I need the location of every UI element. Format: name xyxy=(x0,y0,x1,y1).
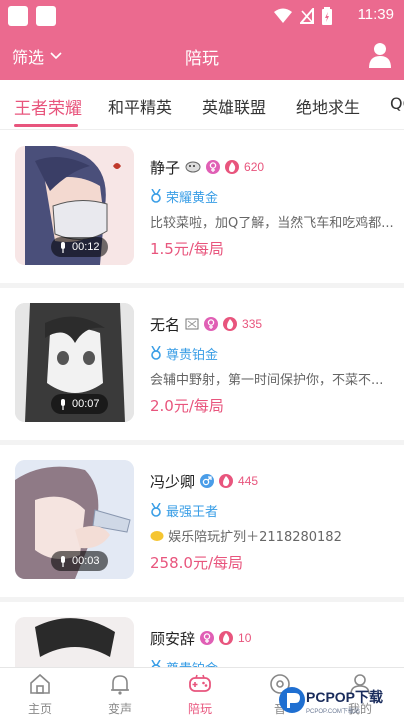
mic-icon xyxy=(61,555,65,567)
bell-icon xyxy=(111,675,129,695)
voice-sample[interactable]: 00:12 xyxy=(51,237,108,257)
companion-name: 顾安辞 xyxy=(150,629,196,648)
flame-icon xyxy=(223,317,238,331)
companion-price: 258.0元/每局 xyxy=(150,554,243,572)
status-time: 11:39 xyxy=(357,6,394,23)
companion-card[interactable]: 00:07 无名 335 尊贵铂金 会辅中野射，第一时间保护你，不菜不... 2… xyxy=(0,288,404,440)
medal-icon xyxy=(151,503,161,517)
companion-name: 冯少卿 xyxy=(150,472,196,491)
tab-pubg[interactable]: 绝地求生 xyxy=(296,94,360,118)
status-bar: 11:39 xyxy=(0,0,404,32)
companion-card[interactable]: 顾安辞 10 尊贵铂金 xyxy=(0,602,404,667)
mic-icon xyxy=(61,241,65,253)
nav-home[interactable]: 主页 xyxy=(0,668,80,720)
medal-icon xyxy=(151,189,161,203)
app-bar: 筛选 陪玩 xyxy=(0,32,404,80)
pattern-emoji-icon xyxy=(185,318,199,330)
companion-price: 2.0元/每局 xyxy=(150,397,224,415)
page-title: 陪玩 xyxy=(185,49,219,69)
companion-card[interactable]: 00:03 冯少卿 445 最强王者 娱乐陪玩扩列＋2118280182 258… xyxy=(0,445,404,597)
companion-name: 静子 xyxy=(150,158,181,177)
rank-label: 荣耀黄金 xyxy=(166,190,219,206)
flame-icon xyxy=(219,474,234,488)
mic-icon xyxy=(61,398,65,410)
no-signal-icon xyxy=(300,8,314,24)
female-icon xyxy=(204,317,219,331)
nav-voice-changer[interactable]: 变声 xyxy=(80,668,160,720)
game-tabs: 王者荣耀 和平精英 英雄联盟 绝地求生 QQ xyxy=(0,80,404,130)
avatar: 00:03 xyxy=(15,460,134,579)
companion-price: 1.5元/每局 xyxy=(150,240,224,258)
lemon-emoji-icon xyxy=(150,531,164,541)
sheep-emoji-icon xyxy=(185,161,201,173)
companion-desc: 娱乐陪玩扩列＋2118280182 xyxy=(168,530,342,544)
avatar: 00:07 xyxy=(15,303,134,422)
gamepad-icon xyxy=(189,674,211,692)
avatar: 00:12 xyxy=(15,146,134,265)
watermark-icon xyxy=(279,687,305,713)
battery-icon xyxy=(322,7,332,25)
nav-companion[interactable]: 陪玩 xyxy=(160,668,240,720)
companion-desc: 会辅中野射，第一时间保护你，不菜不... xyxy=(150,373,384,387)
rank-label: 最强王者 xyxy=(166,504,219,520)
voice-sample[interactable]: 00:03 xyxy=(51,551,108,571)
tab-wangzhe[interactable]: 王者荣耀 xyxy=(14,94,82,119)
notification-icon xyxy=(8,6,28,26)
medal-icon xyxy=(151,346,161,360)
companion-list: 00:12 静子 620 荣耀黄金 比较菜啦，加Q了解，当然飞车和吃鸡都... … xyxy=(0,131,404,667)
rank-label: 尊贵铂金 xyxy=(166,658,218,668)
flame-icon xyxy=(219,631,234,645)
tab-heping[interactable]: 和平精英 xyxy=(108,94,172,118)
flame-icon xyxy=(225,160,240,174)
rank-label: 尊贵铂金 xyxy=(166,347,219,363)
companion-desc: 比较菜啦，加Q了解，当然飞车和吃鸡都... xyxy=(150,216,394,230)
watermark-logo: PCPOP下载 PCPOP.COM下载站 xyxy=(276,680,404,720)
companion-card[interactable]: 00:12 静子 620 荣耀黄金 比较菜啦，加Q了解，当然飞车和吃鸡都... … xyxy=(0,131,404,283)
avatar xyxy=(15,617,134,667)
hot-count: 10 xyxy=(238,631,252,645)
female-icon xyxy=(200,631,215,645)
hot-count: 335 xyxy=(242,317,263,331)
tab-lol[interactable]: 英雄联盟 xyxy=(202,94,266,118)
home-icon xyxy=(30,673,50,694)
female-icon xyxy=(206,160,221,174)
male-icon xyxy=(200,474,215,488)
hot-count: 620 xyxy=(244,160,265,174)
user-icon[interactable] xyxy=(368,42,392,68)
wifi-icon xyxy=(274,8,292,23)
hot-count: 445 xyxy=(238,474,259,488)
voice-sample[interactable]: 00:07 xyxy=(51,394,108,414)
medal-icon xyxy=(151,660,161,667)
notification-icon xyxy=(36,6,56,26)
tab-qq[interactable]: QQ xyxy=(390,94,404,113)
tab-underline xyxy=(14,124,78,127)
companion-name: 无名 xyxy=(150,315,181,334)
